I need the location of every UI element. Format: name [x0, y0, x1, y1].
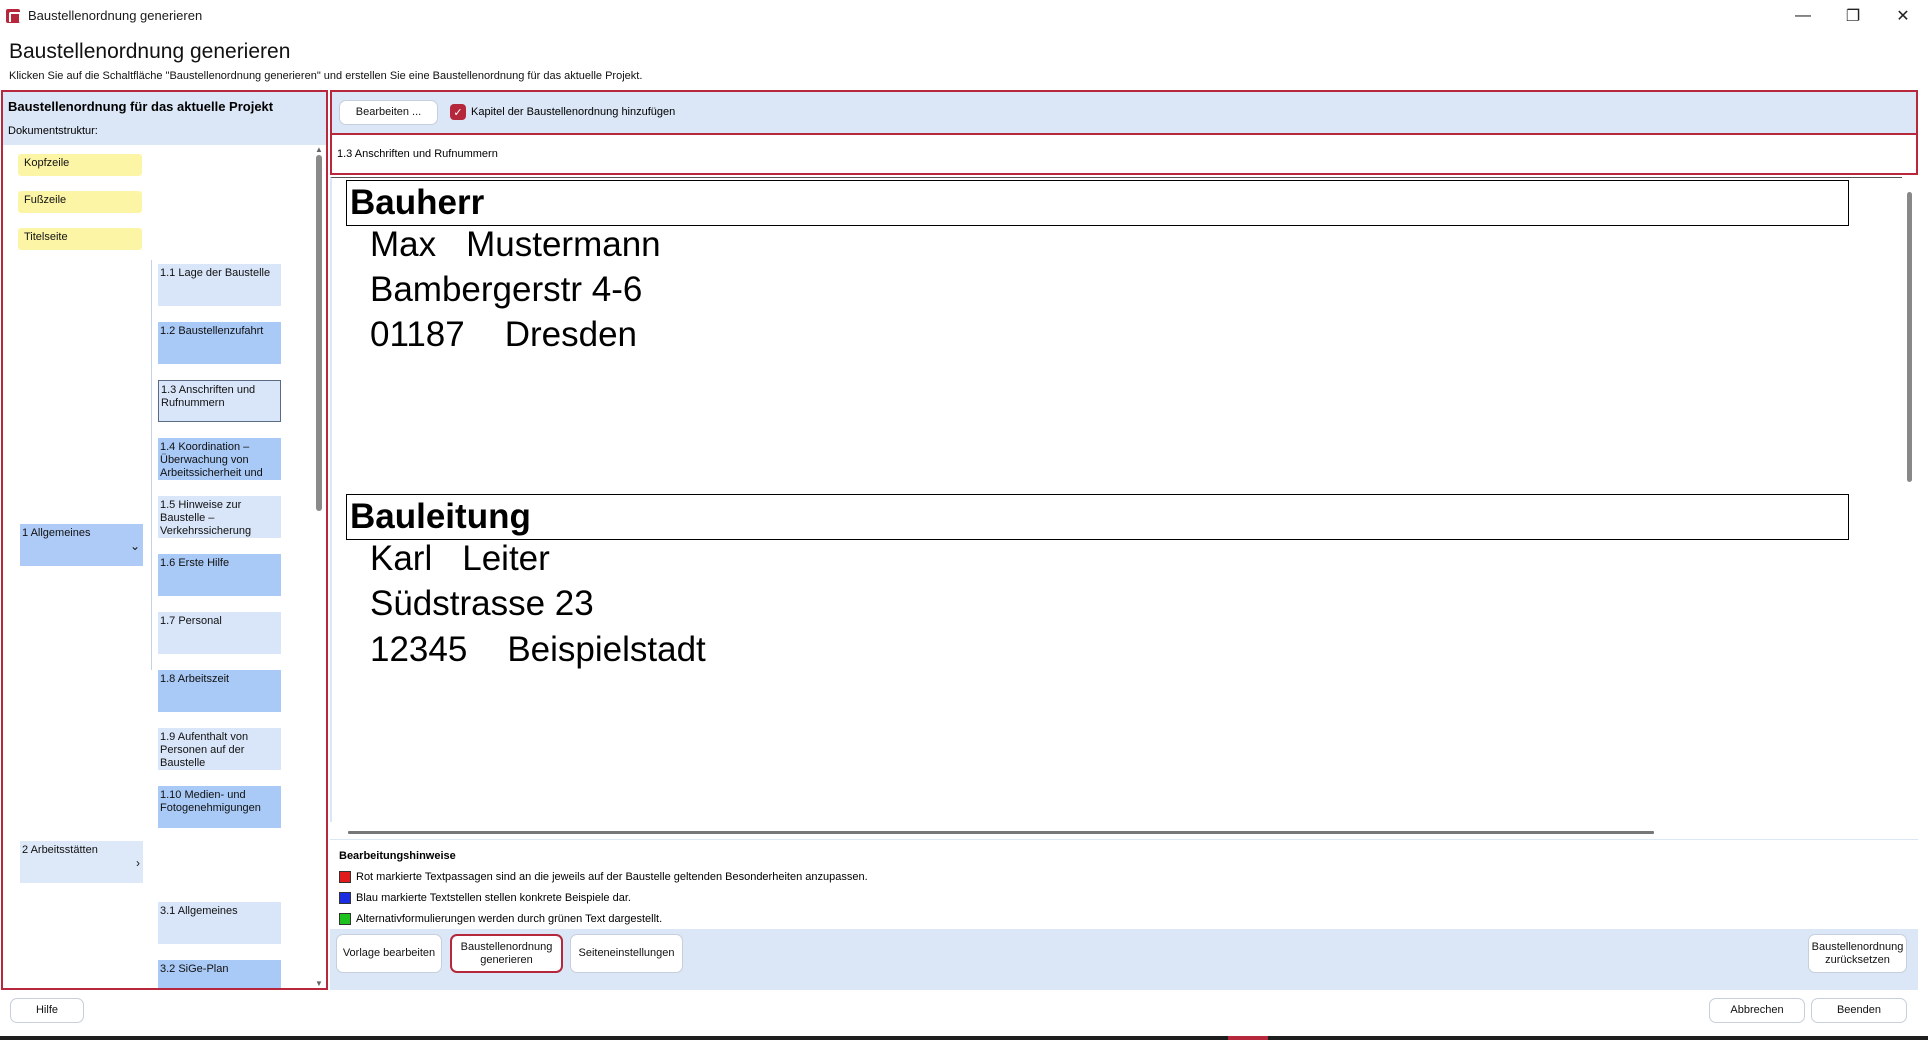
bauherr-street: Bambergerstr 4-6	[370, 270, 643, 309]
section-heading-bauherr: Bauherr	[346, 180, 1849, 226]
dialog-footer: Hilfe Abbrechen Beenden	[0, 995, 1928, 1036]
tree-node-1-10[interactable]: 1.10 Medien- und Fotogenehmigungen	[158, 786, 281, 828]
tree-node-1-8[interactable]: 1.8 Arbeitszeit	[158, 670, 281, 712]
structure-tree: Kopfzeile Fußzeile Titelseite 1.1 Lage d…	[3, 145, 326, 988]
help-button[interactable]: Hilfe	[10, 998, 84, 1023]
structure-header: Baustellenordnung für das aktuelle Proje…	[3, 92, 326, 145]
section-heading-bauleitung: Bauleitung	[346, 494, 1849, 540]
tree-node-titelseite[interactable]: Titelseite	[18, 228, 142, 250]
page-title: Baustellenordnung generieren	[9, 40, 291, 63]
bauleitung-last-name: Leiter	[462, 539, 550, 578]
chevron-down-icon[interactable]: ⌄	[130, 540, 140, 553]
editing-hints: Bearbeitungshinweise Rot markierte Textp…	[330, 839, 1918, 927]
scroll-up-icon[interactable]: ▲	[315, 145, 323, 154]
tree-node-1-9[interactable]: 1.9 Aufenthalt von Personen auf der Baus…	[158, 728, 281, 770]
maximize-button[interactable]: ❐	[1828, 0, 1878, 31]
bauleitung-first-name: Karl	[370, 539, 433, 578]
green-square-icon	[339, 913, 351, 925]
bauherr-zip: 01187	[370, 315, 465, 354]
chevron-right-icon[interactable]: ›	[136, 857, 140, 870]
generate-button[interactable]: Baustellenordnung generieren	[450, 934, 563, 973]
bauherr-first-name: Max	[370, 225, 437, 264]
tree-node-3-2[interactable]: 3.2 SiGe-Plan	[158, 960, 281, 988]
tree-connector	[151, 260, 152, 670]
page-subtitle: Klicken Sie auf die Schaltfläche "Bauste…	[9, 70, 643, 82]
add-chapter-checkbox[interactable]: ✓ Kapitel der Baustellenordnung hinzufüg…	[450, 104, 675, 120]
tree-node-1-1[interactable]: 1.1 Lage der Baustelle	[158, 264, 281, 306]
taskbar-edge	[0, 1036, 1928, 1040]
checkbox-checked-icon[interactable]: ✓	[450, 104, 466, 120]
chapter-2-label: 2 Arbeitsstätten	[22, 844, 98, 856]
edit-template-button[interactable]: Vorlage bearbeiten	[336, 934, 442, 973]
taskbar-active-marker	[1228, 1036, 1268, 1040]
hint-green: Alternativformulierungen werden durch gr…	[339, 913, 662, 925]
hint-red: Rot markierte Textpassagen sind an die j…	[339, 871, 868, 883]
tree-node-1-2[interactable]: 1.2 Baustellenzufahrt	[158, 322, 281, 364]
hint-red-text: Rot markierte Textpassagen sind an die j…	[356, 871, 868, 883]
editor-toolbar: Bearbeiten ... ✓ Kapitel der Baustelleno…	[330, 90, 1918, 133]
bauherr-name: Max Mustermann	[370, 225, 661, 265]
document-preview[interactable]: Bauherr Max Mustermann Bambergerstr 4-6 0…	[330, 177, 1902, 822]
tree-node-1-5[interactable]: 1.5 Hinweise zur Baustelle – Verkehrssic…	[158, 496, 281, 538]
bauleitung-city-line: 12345 Beispielstadt	[370, 630, 706, 670]
bauherr-last-name: Mustermann	[466, 225, 661, 264]
hint-blue-text: Blau markierte Textstellen stellen konkr…	[356, 892, 631, 904]
hint-blue: Blau markierte Textstellen stellen konkr…	[339, 892, 631, 904]
close-button[interactable]: ✕	[1878, 0, 1928, 31]
structure-scrollbar[interactable]: ▲ ▼	[312, 145, 326, 988]
tree-node-chapter-1[interactable]: 1 Allgemeines ⌄	[20, 524, 143, 566]
chapter-1-label: 1 Allgemeines	[22, 527, 91, 539]
scroll-down-icon[interactable]: ▼	[315, 979, 323, 988]
structure-subtitle: Dokumentstruktur:	[8, 125, 98, 137]
document-horizontal-scrollbar[interactable]	[348, 831, 1654, 834]
finish-button[interactable]: Beenden	[1811, 998, 1907, 1023]
reset-button[interactable]: Baustellenordnung zurücksetzen	[1808, 934, 1907, 973]
window-controls: — ❐ ✕	[1778, 0, 1928, 31]
edit-button[interactable]: Bearbeiten ...	[339, 100, 438, 125]
current-chapter-bar: 1.3 Anschriften und Rufnummern	[330, 133, 1918, 175]
red-square-icon	[339, 871, 351, 883]
tree-node-fusszeile[interactable]: Fußzeile	[18, 191, 142, 213]
bauleitung-name: Karl Leiter	[370, 539, 550, 579]
bauleitung-zip: 12345	[370, 630, 468, 669]
scroll-thumb[interactable]	[316, 155, 322, 511]
action-bar: Vorlage bearbeiten Baustellenordnung gen…	[330, 929, 1918, 990]
tree-node-3-1[interactable]: 3.1 Allgemeines	[158, 902, 281, 944]
tree-node-kopfzeile[interactable]: Kopfzeile	[18, 154, 142, 176]
bauleitung-city: Beispielstadt	[507, 630, 706, 669]
bauleitung-street: Südstrasse 23	[370, 584, 594, 623]
structure-title: Baustellenordnung für das aktuelle Proje…	[8, 99, 274, 114]
cancel-button[interactable]: Abbrechen	[1709, 998, 1805, 1023]
bauherr-city-line: 01187 Dresden	[370, 315, 637, 355]
tree-node-1-6[interactable]: 1.6 Erste Hilfe	[158, 554, 281, 596]
add-chapter-label: Kapitel der Baustellenordnung hinzufügen	[471, 106, 676, 118]
tree-node-chapter-2[interactable]: 2 Arbeitsstätten ›	[20, 841, 143, 883]
page-settings-button[interactable]: Seiteneinstellungen	[570, 934, 683, 973]
minimize-button[interactable]: —	[1778, 0, 1828, 31]
window-title: Baustellenordnung generieren	[28, 8, 203, 23]
editor-panel: Bearbeiten ... ✓ Kapitel der Baustelleno…	[330, 90, 1918, 990]
window-titlebar: Baustellenordnung generieren — ❐ ✕	[0, 0, 1928, 31]
document-vertical-scrollbar[interactable]	[1907, 192, 1912, 482]
app-logo-icon	[6, 8, 21, 23]
blue-square-icon	[339, 892, 351, 904]
hints-title: Bearbeitungshinweise	[339, 850, 456, 862]
current-chapter-label: 1.3 Anschriften und Rufnummern	[337, 148, 498, 160]
tree-node-1-3[interactable]: 1.3 Anschriften und Rufnummern	[158, 380, 281, 422]
bauherr-city: Dresden	[504, 315, 638, 354]
document-structure-panel: Baustellenordnung für das aktuelle Proje…	[1, 90, 328, 990]
tree-node-1-7[interactable]: 1.7 Personal	[158, 612, 281, 654]
tree-node-1-4[interactable]: 1.4 Koordination – Überwachung von Arbei…	[158, 438, 281, 480]
hint-green-text: Alternativformulierungen werden durch gr…	[356, 913, 663, 925]
